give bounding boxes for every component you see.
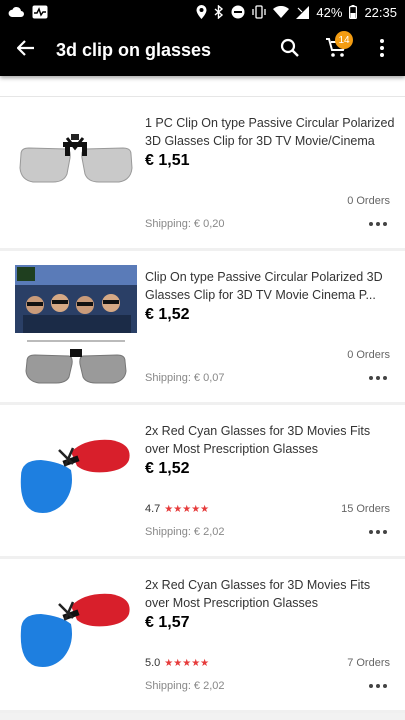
product-image-red-cyan-glasses[interactable] [15,419,137,541]
product-price: € 1,52 [145,460,190,477]
bluetooth-icon [214,5,224,19]
order-count: 0 Orders [347,195,390,207]
product-image-red-cyan-glasses[interactable] [15,573,137,695]
more-horizontal-icon [369,530,387,534]
overflow-menu-button[interactable] [359,24,405,76]
location-icon [196,5,207,19]
more-options-button[interactable] [367,679,389,693]
signal-icon [296,5,310,19]
order-count: 0 Orders [347,349,390,361]
more-vertical-icon [380,38,384,62]
back-button[interactable] [0,24,52,76]
more-horizontal-icon [369,222,387,226]
more-options-button[interactable] [367,371,389,385]
product-card[interactable]: 2x Red Cyan Glasses for 3D Movies Fits o… [0,559,405,713]
shipping-cost: Shipping: € 0,07 [145,372,225,384]
wifi-icon [273,6,290,18]
previous-item-edge [0,76,405,97]
vibrate-icon [252,5,267,19]
product-title[interactable]: 2x Red Cyan Glasses for 3D Movies Fits o… [145,576,395,612]
more-options-button[interactable] [367,525,389,539]
search-icon [280,38,300,63]
shipping-cost: Shipping: € 0,20 [145,218,225,230]
app-bar: 3d clip on glasses 14 [0,24,405,76]
battery-percent: 42% [316,4,343,20]
cart-count-badge: 14 [335,31,353,49]
cloud-icon [8,6,24,18]
activity-icon [32,5,48,19]
battery-icon [349,5,358,19]
order-count: 15 Orders [341,503,390,515]
shipping-cost: Shipping: € 2,02 [145,680,225,692]
star-rating-icon: ★★★★★ [164,657,210,669]
product-rating: 4.7 ★★★★★ [145,503,209,515]
rating-value: 5.0 [145,657,161,669]
more-horizontal-icon [369,684,387,688]
do-not-disturb-icon [231,5,245,19]
product-title[interactable]: 1 PC Clip On type Passive Circular Polar… [145,114,395,150]
more-horizontal-icon [369,376,387,380]
page-title: 3d clip on glasses [56,39,212,60]
rating-value: 4.7 [145,503,161,515]
star-rating-icon: ★★★★★ [164,503,210,515]
product-list: 1 PC Clip On type Passive Circular Polar… [0,76,405,713]
product-title[interactable]: Clip On type Passive Circular Polarized … [145,268,395,304]
product-card[interactable]: 2x Red Cyan Glasses for 3D Movies Fits o… [0,405,405,559]
product-price: € 1,57 [145,614,190,631]
arrow-left-icon [16,39,35,62]
status-bar: 42% 22:35 [0,0,405,24]
product-card[interactable]: Clip On type Passive Circular Polarized … [0,251,405,405]
clock: 22:35 [364,4,397,20]
product-card[interactable]: 1 PC Clip On type Passive Circular Polar… [0,97,405,251]
product-image-grey-clip-glasses[interactable] [15,111,137,233]
cart-button[interactable]: 14 [313,24,359,76]
product-title[interactable]: 2x Red Cyan Glasses for 3D Movies Fits o… [145,422,395,458]
product-rating: 5.0 ★★★★★ [145,657,209,669]
product-image-3d-cinema[interactable] [15,265,137,387]
order-count: 7 Orders [347,657,390,669]
more-options-button[interactable] [367,217,389,231]
shipping-cost: Shipping: € 2,02 [145,526,225,538]
product-price: € 1,51 [145,152,190,169]
product-price: € 1,52 [145,306,190,323]
search-button[interactable] [267,24,313,76]
